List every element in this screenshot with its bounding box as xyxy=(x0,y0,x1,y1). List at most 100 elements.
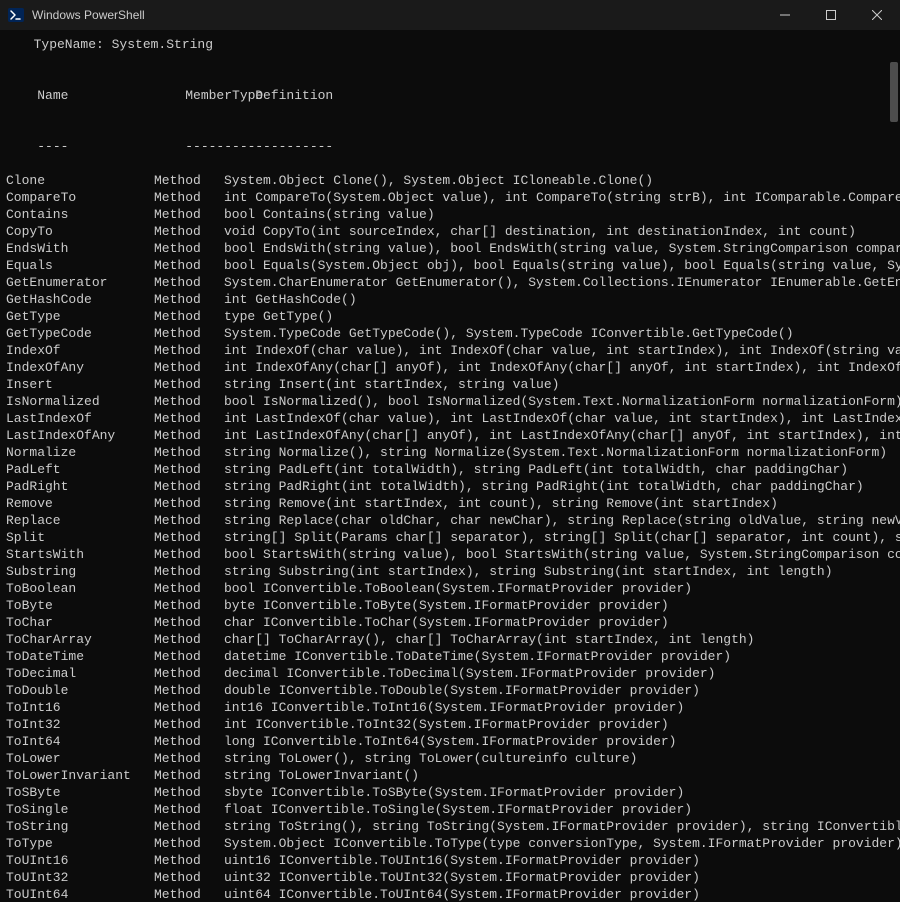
member-row: ToCharMethodchar IConvertible.ToChar(Sys… xyxy=(6,614,890,631)
member-type: Method xyxy=(154,546,224,563)
typename-line: TypeName: System.String xyxy=(6,36,890,53)
member-row: StartsWithMethodbool StartsWith(string v… xyxy=(6,546,890,563)
member-definition: uint16 IConvertible.ToUInt16(System.IFor… xyxy=(224,852,700,869)
col-dash-name: ---- xyxy=(37,138,185,155)
member-definition: System.TypeCode GetTypeCode(), System.Ty… xyxy=(224,325,794,342)
member-row: ToByteMethodbyte IConvertible.ToByte(Sys… xyxy=(6,597,890,614)
window-title: Windows PowerShell xyxy=(32,8,762,22)
maximize-button[interactable] xyxy=(808,0,854,30)
member-definition: bool IConvertible.ToBoolean(System.IForm… xyxy=(224,580,692,597)
member-row: ReplaceMethodstring Replace(char oldChar… xyxy=(6,512,890,529)
member-row: ToCharArrayMethodchar[] ToCharArray(), c… xyxy=(6,631,890,648)
member-row: ToBooleanMethodbool IConvertible.ToBoole… xyxy=(6,580,890,597)
member-type: Method xyxy=(154,359,224,376)
member-definition: string Insert(int startIndex, string val… xyxy=(224,376,559,393)
member-type: Method xyxy=(154,206,224,223)
member-type: Method xyxy=(154,461,224,478)
member-name: ToCharArray xyxy=(6,631,154,648)
member-name: ToDateTime xyxy=(6,648,154,665)
member-name: Insert xyxy=(6,376,154,393)
member-row: ToUInt32Methoduint32 IConvertible.ToUInt… xyxy=(6,869,890,886)
minimize-button[interactable] xyxy=(762,0,808,30)
member-row: ToLowerInvariantMethodstring ToLowerInva… xyxy=(6,767,890,784)
member-definition: decimal IConvertible.ToDecimal(System.IF… xyxy=(224,665,715,682)
terminal-output[interactable]: TypeName: System.String NameMemberTypeDe… xyxy=(0,30,900,902)
member-definition: string Normalize(), string Normalize(Sys… xyxy=(224,444,887,461)
member-name: ToChar xyxy=(6,614,154,631)
member-name: ToSingle xyxy=(6,801,154,818)
member-definition: float IConvertible.ToSingle(System.IForm… xyxy=(224,801,692,818)
member-type: Method xyxy=(154,376,224,393)
member-name: GetTypeCode xyxy=(6,325,154,342)
member-type: Method xyxy=(154,869,224,886)
member-type: Method xyxy=(154,529,224,546)
member-name: EndsWith xyxy=(6,240,154,257)
member-definition: char IConvertible.ToChar(System.IFormatP… xyxy=(224,614,669,631)
member-name: GetHashCode xyxy=(6,291,154,308)
member-name: Normalize xyxy=(6,444,154,461)
member-type: Method xyxy=(154,189,224,206)
member-type: Method xyxy=(154,648,224,665)
member-row: ToStringMethodstring ToString(), string … xyxy=(6,818,890,835)
member-type: Method xyxy=(154,784,224,801)
member-definition: bool Equals(System.Object obj), bool Equ… xyxy=(224,257,900,274)
member-name: ToLowerInvariant xyxy=(6,767,154,784)
member-type: Method xyxy=(154,852,224,869)
member-name: Equals xyxy=(6,257,154,274)
window-titlebar[interactable]: Windows PowerShell xyxy=(0,0,900,30)
member-name: IndexOf xyxy=(6,342,154,359)
member-type: Method xyxy=(154,750,224,767)
member-type: Method xyxy=(154,393,224,410)
member-definition: void CopyTo(int sourceIndex, char[] dest… xyxy=(224,223,856,240)
member-row: ContainsMethodbool Contains(string value… xyxy=(6,206,890,223)
member-row: EqualsMethodbool Equals(System.Object ob… xyxy=(6,257,890,274)
member-definition: byte IConvertible.ToByte(System.IFormatP… xyxy=(224,597,669,614)
member-type: Method xyxy=(154,631,224,648)
member-row: ToLowerMethodstring ToLower(), string To… xyxy=(6,750,890,767)
member-definition: System.Object IConvertible.ToType(type c… xyxy=(224,835,900,852)
member-type: Method xyxy=(154,886,224,902)
member-definition: int LastIndexOfAny(char[] anyOf), int La… xyxy=(224,427,900,444)
member-definition: int CompareTo(System.Object value), int … xyxy=(224,189,900,206)
member-row: GetTypeCodeMethodSystem.TypeCode GetType… xyxy=(6,325,890,342)
member-definition: sbyte IConvertible.ToSByte(System.IForma… xyxy=(224,784,684,801)
member-row: RemoveMethodstring Remove(int startIndex… xyxy=(6,495,890,512)
member-name: LastIndexOfAny xyxy=(6,427,154,444)
member-row: ToTypeMethodSystem.Object IConvertible.T… xyxy=(6,835,890,852)
vertical-scrollbar[interactable] xyxy=(884,32,898,900)
member-type: Method xyxy=(154,427,224,444)
member-row: ToSingleMethodfloat IConvertible.ToSingl… xyxy=(6,801,890,818)
member-row: ToUInt64Methoduint64 IConvertible.ToUInt… xyxy=(6,886,890,902)
member-type: Method xyxy=(154,665,224,682)
member-name: ToInt16 xyxy=(6,699,154,716)
member-row: IndexOfMethodint IndexOf(char value), in… xyxy=(6,342,890,359)
powershell-icon xyxy=(8,7,24,23)
member-type: Method xyxy=(154,801,224,818)
member-row: LastIndexOfMethodint LastIndexOf(char va… xyxy=(6,410,890,427)
scrollbar-thumb[interactable] xyxy=(890,62,898,122)
member-type: Method xyxy=(154,580,224,597)
member-name: LastIndexOf xyxy=(6,410,154,427)
member-name: ToUInt16 xyxy=(6,852,154,869)
member-definition: int IConvertible.ToInt32(System.IFormatP… xyxy=(224,716,669,733)
member-type: Method xyxy=(154,325,224,342)
close-button[interactable] xyxy=(854,0,900,30)
member-row: ToInt64Methodlong IConvertible.ToInt64(S… xyxy=(6,733,890,750)
col-header-type: MemberType xyxy=(185,87,255,104)
member-name: ToBoolean xyxy=(6,580,154,597)
member-type: Method xyxy=(154,699,224,716)
member-definition: int16 IConvertible.ToInt16(System.IForma… xyxy=(224,699,684,716)
member-name: PadLeft xyxy=(6,461,154,478)
member-name: Split xyxy=(6,529,154,546)
col-header-def: Definition xyxy=(255,87,333,104)
member-name: Clone xyxy=(6,172,154,189)
member-type: Method xyxy=(154,274,224,291)
member-definition: uint64 IConvertible.ToUInt64(System.IFor… xyxy=(224,886,700,902)
column-dashes: ------------------------ xyxy=(6,121,890,172)
member-name: ToUInt32 xyxy=(6,869,154,886)
member-row: LastIndexOfAnyMethodint LastIndexOfAny(c… xyxy=(6,427,890,444)
member-type: Method xyxy=(154,308,224,325)
member-name: GetEnumerator xyxy=(6,274,154,291)
col-header-name: Name xyxy=(37,87,185,104)
member-definition: string PadRight(int totalWidth), string … xyxy=(224,478,864,495)
